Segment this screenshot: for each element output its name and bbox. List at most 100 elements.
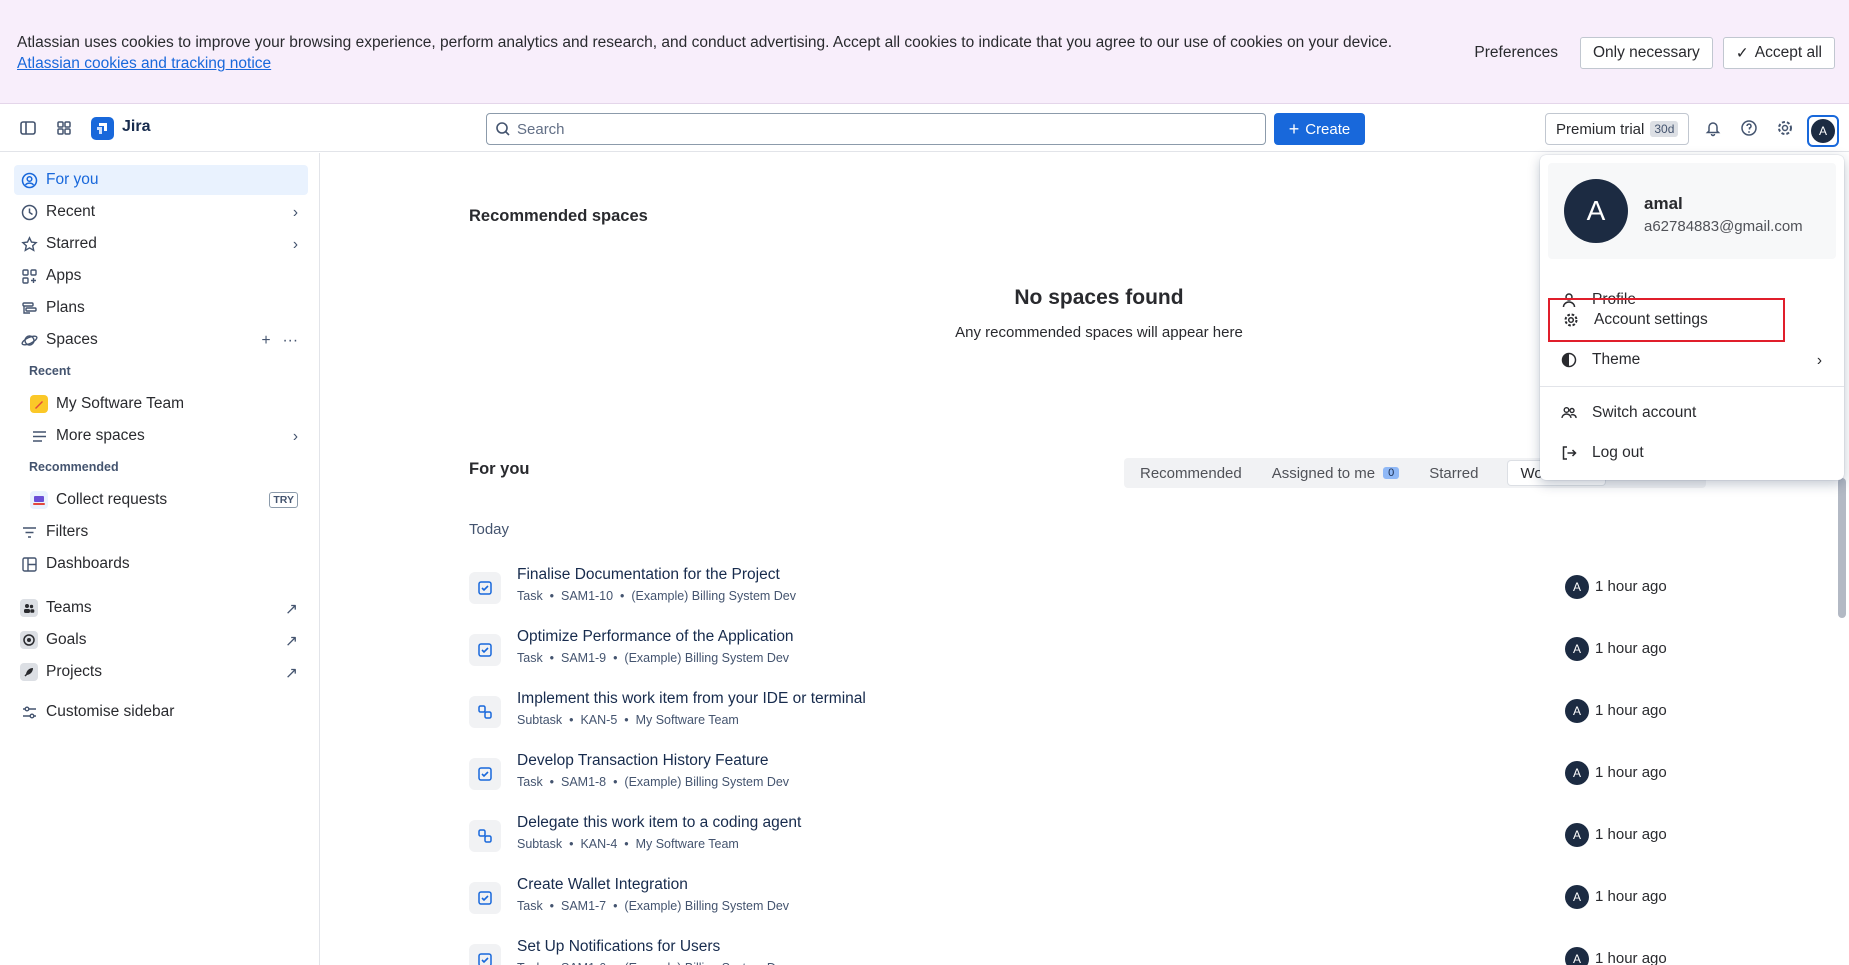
menu-item-theme[interactable]: Theme › xyxy=(1548,340,1836,380)
sidebar-item-collect-requests[interactable]: Collect requests TRY xyxy=(24,485,308,515)
avatar: A xyxy=(1565,637,1589,661)
task-checkbox-icon xyxy=(469,634,501,666)
sidebar-item-teams[interactable]: Teams ↗ xyxy=(14,593,308,623)
sidebar-item-more-spaces[interactable]: More spaces › xyxy=(24,421,308,451)
work-item-title[interactable]: Set Up Notifications for Users xyxy=(517,938,720,956)
work-item-time: 1 hour ago xyxy=(1595,888,1667,905)
filter-icon xyxy=(20,523,38,541)
premium-trial-button[interactable]: Premium trial 30d xyxy=(1545,113,1690,145)
sidebar-item-filters[interactable]: Filters xyxy=(14,517,308,547)
rocket-icon xyxy=(20,663,38,681)
sidebar-item-customise[interactable]: Customise sidebar xyxy=(14,697,308,727)
work-item-time: 1 hour ago xyxy=(1595,702,1667,719)
notifications-bell-icon[interactable] xyxy=(1701,116,1725,140)
work-item-time: 1 hour ago xyxy=(1595,640,1667,657)
menu-item-switch-account[interactable]: Switch account xyxy=(1548,393,1836,433)
work-item-meta: Task • SAM1-10 • (Example) Billing Syste… xyxy=(517,589,797,603)
work-item-title[interactable]: Develop Transaction History Feature xyxy=(517,752,769,770)
more-options-icon[interactable]: ··· xyxy=(283,332,299,350)
tab-recommended[interactable]: Recommended xyxy=(1140,465,1242,482)
app-name[interactable]: Jira xyxy=(122,118,150,136)
work-item-time: 1 hour ago xyxy=(1595,826,1667,843)
help-icon[interactable] xyxy=(1737,116,1761,140)
tab-starred[interactable]: Starred xyxy=(1429,465,1478,482)
people-icon xyxy=(1560,404,1578,422)
task-checkbox-icon xyxy=(469,758,501,790)
sidebar-item-starred[interactable]: Starred › xyxy=(14,229,308,259)
dashboard-icon xyxy=(20,555,38,573)
work-item-row[interactable]: Delegate this work item to a coding agen… xyxy=(469,811,1709,859)
spaces-recent-label: Recent xyxy=(29,364,71,378)
external-link-icon[interactable]: ↗ xyxy=(285,600,298,619)
sidebar-item-projects[interactable]: Projects ↗ xyxy=(14,657,308,687)
work-item-row[interactable]: Optimize Performance of the Application T… xyxy=(469,625,1709,673)
sidebar-item-apps[interactable]: Apps xyxy=(14,261,308,291)
sidebar-item-spaces[interactable]: Spaces + ··· xyxy=(14,325,308,355)
work-item-title[interactable]: Finalise Documentation for the Project xyxy=(517,566,780,584)
jira-logo-icon[interactable] xyxy=(91,117,114,140)
spaces-recommended-label: Recommended xyxy=(29,460,119,474)
cookie-banner: Atlassian uses cookies to improve your b… xyxy=(0,0,1849,104)
menu-item-log-out[interactable]: Log out xyxy=(1548,433,1836,473)
work-item-meta: Task • SAM1-7 • (Example) Billing System… xyxy=(517,899,790,913)
search-box[interactable] xyxy=(486,113,1266,145)
chevron-right-icon[interactable]: › xyxy=(293,204,298,222)
menu-item-account-settings[interactable]: Account settings xyxy=(1548,298,1785,342)
chevron-right-icon[interactable]: › xyxy=(293,428,298,446)
add-space-icon[interactable]: + xyxy=(261,332,270,350)
empty-state: No spaces found Any recommended spaces w… xyxy=(934,286,1264,341)
target-icon xyxy=(20,631,38,649)
avatar: A xyxy=(1565,823,1589,847)
sidebar-item-for-you[interactable]: For you xyxy=(14,165,308,195)
work-item-title[interactable]: Delegate this work item to a coding agen… xyxy=(517,814,801,832)
sidebar-item-goals[interactable]: Goals ↗ xyxy=(14,625,308,655)
only-necessary-button[interactable]: Only necessary xyxy=(1579,37,1713,69)
external-link-icon[interactable]: ↗ xyxy=(285,664,298,683)
sidebar-toggle-icon[interactable] xyxy=(16,116,40,140)
preferences-button[interactable]: Preferences xyxy=(1462,37,1570,69)
gear-icon xyxy=(1562,311,1580,329)
work-item-meta: Subtask • KAN-4 • My Software Team xyxy=(517,837,739,851)
account-menu: A amal a62784883@gmail.com Profile Accou… xyxy=(1540,155,1844,480)
trial-days-badge: 30d xyxy=(1650,121,1679,137)
avatar: A xyxy=(1564,179,1628,243)
top-navigation: Jira + Create Premium trial 30d xyxy=(0,104,1849,152)
sidebar-item-dashboards[interactable]: Dashboards xyxy=(14,549,308,579)
theme-icon xyxy=(1560,351,1578,369)
app-switcher-icon[interactable] xyxy=(52,116,76,140)
work-item-title[interactable]: Optimize Performance of the Application xyxy=(517,628,794,646)
check-icon: ✓ xyxy=(1735,44,1749,62)
sidebar-item-my-software-team[interactable]: My Software Team xyxy=(24,389,308,419)
work-item-row[interactable]: Develop Transaction History Feature Task … xyxy=(469,749,1709,797)
avatar: A xyxy=(1565,947,1589,965)
work-item-title[interactable]: Create Wallet Integration xyxy=(517,876,688,894)
external-link-icon[interactable]: ↗ xyxy=(285,632,298,651)
chevron-right-icon[interactable]: › xyxy=(293,236,298,254)
work-item-title[interactable]: Implement this work item from your IDE o… xyxy=(517,690,866,708)
scrollbar[interactable] xyxy=(1838,478,1846,618)
task-checkbox-icon xyxy=(469,572,501,604)
teams-icon xyxy=(20,599,38,617)
work-item-row[interactable]: Implement this work item from your IDE o… xyxy=(469,687,1709,735)
sidebar-item-plans[interactable]: Plans xyxy=(14,293,308,323)
user-email: a62784883@gmail.com xyxy=(1644,218,1803,235)
sliders-icon xyxy=(20,703,38,721)
settings-gear-icon[interactable] xyxy=(1773,116,1797,140)
apps-grid-icon xyxy=(20,267,38,285)
work-item-meta: Task • SAM1-8 • (Example) Billing System… xyxy=(517,775,790,789)
subtask-icon xyxy=(469,820,501,852)
work-item-time: 1 hour ago xyxy=(1595,950,1667,965)
recommended-spaces-heading: Recommended spaces xyxy=(469,207,648,225)
work-item-row[interactable]: Finalise Documentation for the Project Ta… xyxy=(469,563,1709,611)
sidebar-item-recent[interactable]: Recent › xyxy=(14,197,308,227)
search-input[interactable] xyxy=(517,120,1217,138)
work-item-row[interactable]: Set Up Notifications for Users Task • SAM… xyxy=(469,935,1709,965)
accept-all-button[interactable]: ✓ Accept all xyxy=(1722,37,1835,69)
clock-icon xyxy=(20,203,38,221)
account-avatar-button[interactable]: A xyxy=(1807,115,1839,147)
profile-card: A amal a62784883@gmail.com xyxy=(1548,163,1836,259)
cookie-notice-link[interactable]: Atlassian cookies and tracking notice xyxy=(17,55,271,72)
tab-assigned-to-me[interactable]: Assigned to me 0 xyxy=(1272,465,1400,482)
create-button[interactable]: + Create xyxy=(1274,113,1365,145)
work-item-row[interactable]: Create Wallet Integration Task • SAM1-7 •… xyxy=(469,873,1709,921)
